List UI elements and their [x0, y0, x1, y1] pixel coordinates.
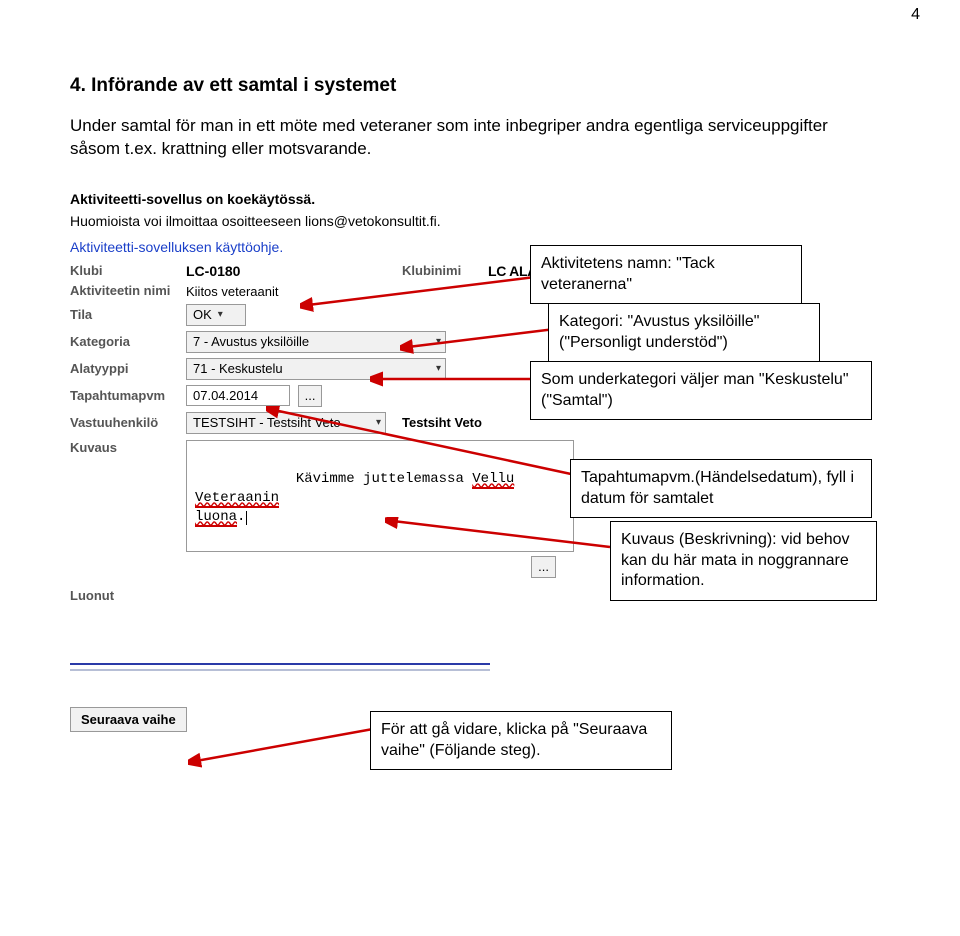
- arrow-icon: [370, 371, 540, 391]
- button-seuraava-vaihe[interactable]: Seuraava vaihe: [70, 707, 187, 732]
- select-alatyyppi-value: 71 - Keskustelu: [193, 361, 283, 376]
- label-klubi: Klubi: [70, 263, 180, 278]
- app-notice-1: Aktiviteetti-sovellus on koekäytössä.: [70, 191, 910, 207]
- label-aktiviteetin-nimi: Aktiviteetin nimi: [70, 284, 180, 298]
- app-screenshot-area: Aktiviteetti-sovellus on koekäytössä. Hu…: [70, 191, 910, 732]
- callout-aktivitetens-namn: Aktivitetens namn: "Tack veteranerna": [530, 245, 802, 305]
- intro-paragraph: Under samtal för man in ett möte med vet…: [70, 115, 870, 161]
- label-tila: Tila: [70, 307, 180, 322]
- select-tila-value: OK: [193, 307, 212, 322]
- select-kategoria-value: 7 - Avustus yksilöille: [193, 334, 309, 349]
- label-kuvaus: Kuvaus: [70, 440, 180, 455]
- text-cursor: [246, 511, 247, 525]
- label-tapahtumapvm: Tapahtumapvm: [70, 388, 180, 403]
- app-notice-2: Huomioista voi ilmoittaa osoitteeseen li…: [70, 213, 910, 229]
- arrow-icon: [188, 719, 378, 769]
- page-number: 4: [911, 6, 920, 24]
- callout-kategori: Kategori: "Avustus yksilöille" ("Personl…: [548, 303, 820, 363]
- chevron-down-icon: ▾: [218, 309, 223, 320]
- callout-next: För att gå vidare, klicka på "Seuraava v…: [370, 711, 672, 771]
- date-picker-button[interactable]: ...: [298, 385, 323, 407]
- label-kategoria: Kategoria: [70, 334, 180, 349]
- callout-underkategori: Som underkategori väljer man "Keskustelu…: [530, 361, 872, 421]
- separator-top: [70, 663, 490, 665]
- value-aktiviteetin-nimi: Kiitos veteraanit: [186, 284, 279, 299]
- value-klubi: LC-0180: [186, 263, 240, 279]
- label-vastuuhenkilo: Vastuuhenkilö: [70, 415, 180, 430]
- separator-bottom: [70, 669, 490, 671]
- section-heading: 4. Införande av ett samtal i systemet: [70, 75, 910, 97]
- label-alatyyppi: Alatyyppi: [70, 361, 180, 376]
- select-tila[interactable]: OK ▾: [186, 304, 246, 326]
- input-tapahtumapvm[interactable]: [186, 385, 290, 406]
- arrow-icon: [385, 517, 615, 567]
- callout-tapahtumapvm: Tapahtumapvm.(Händelsedatum), fyll i dat…: [570, 459, 872, 519]
- arrow-icon: [400, 325, 560, 355]
- callout-kuvaus: Kuvaus (Beskrivning): vid behov kan du h…: [610, 521, 877, 601]
- arrow-icon: [300, 273, 540, 313]
